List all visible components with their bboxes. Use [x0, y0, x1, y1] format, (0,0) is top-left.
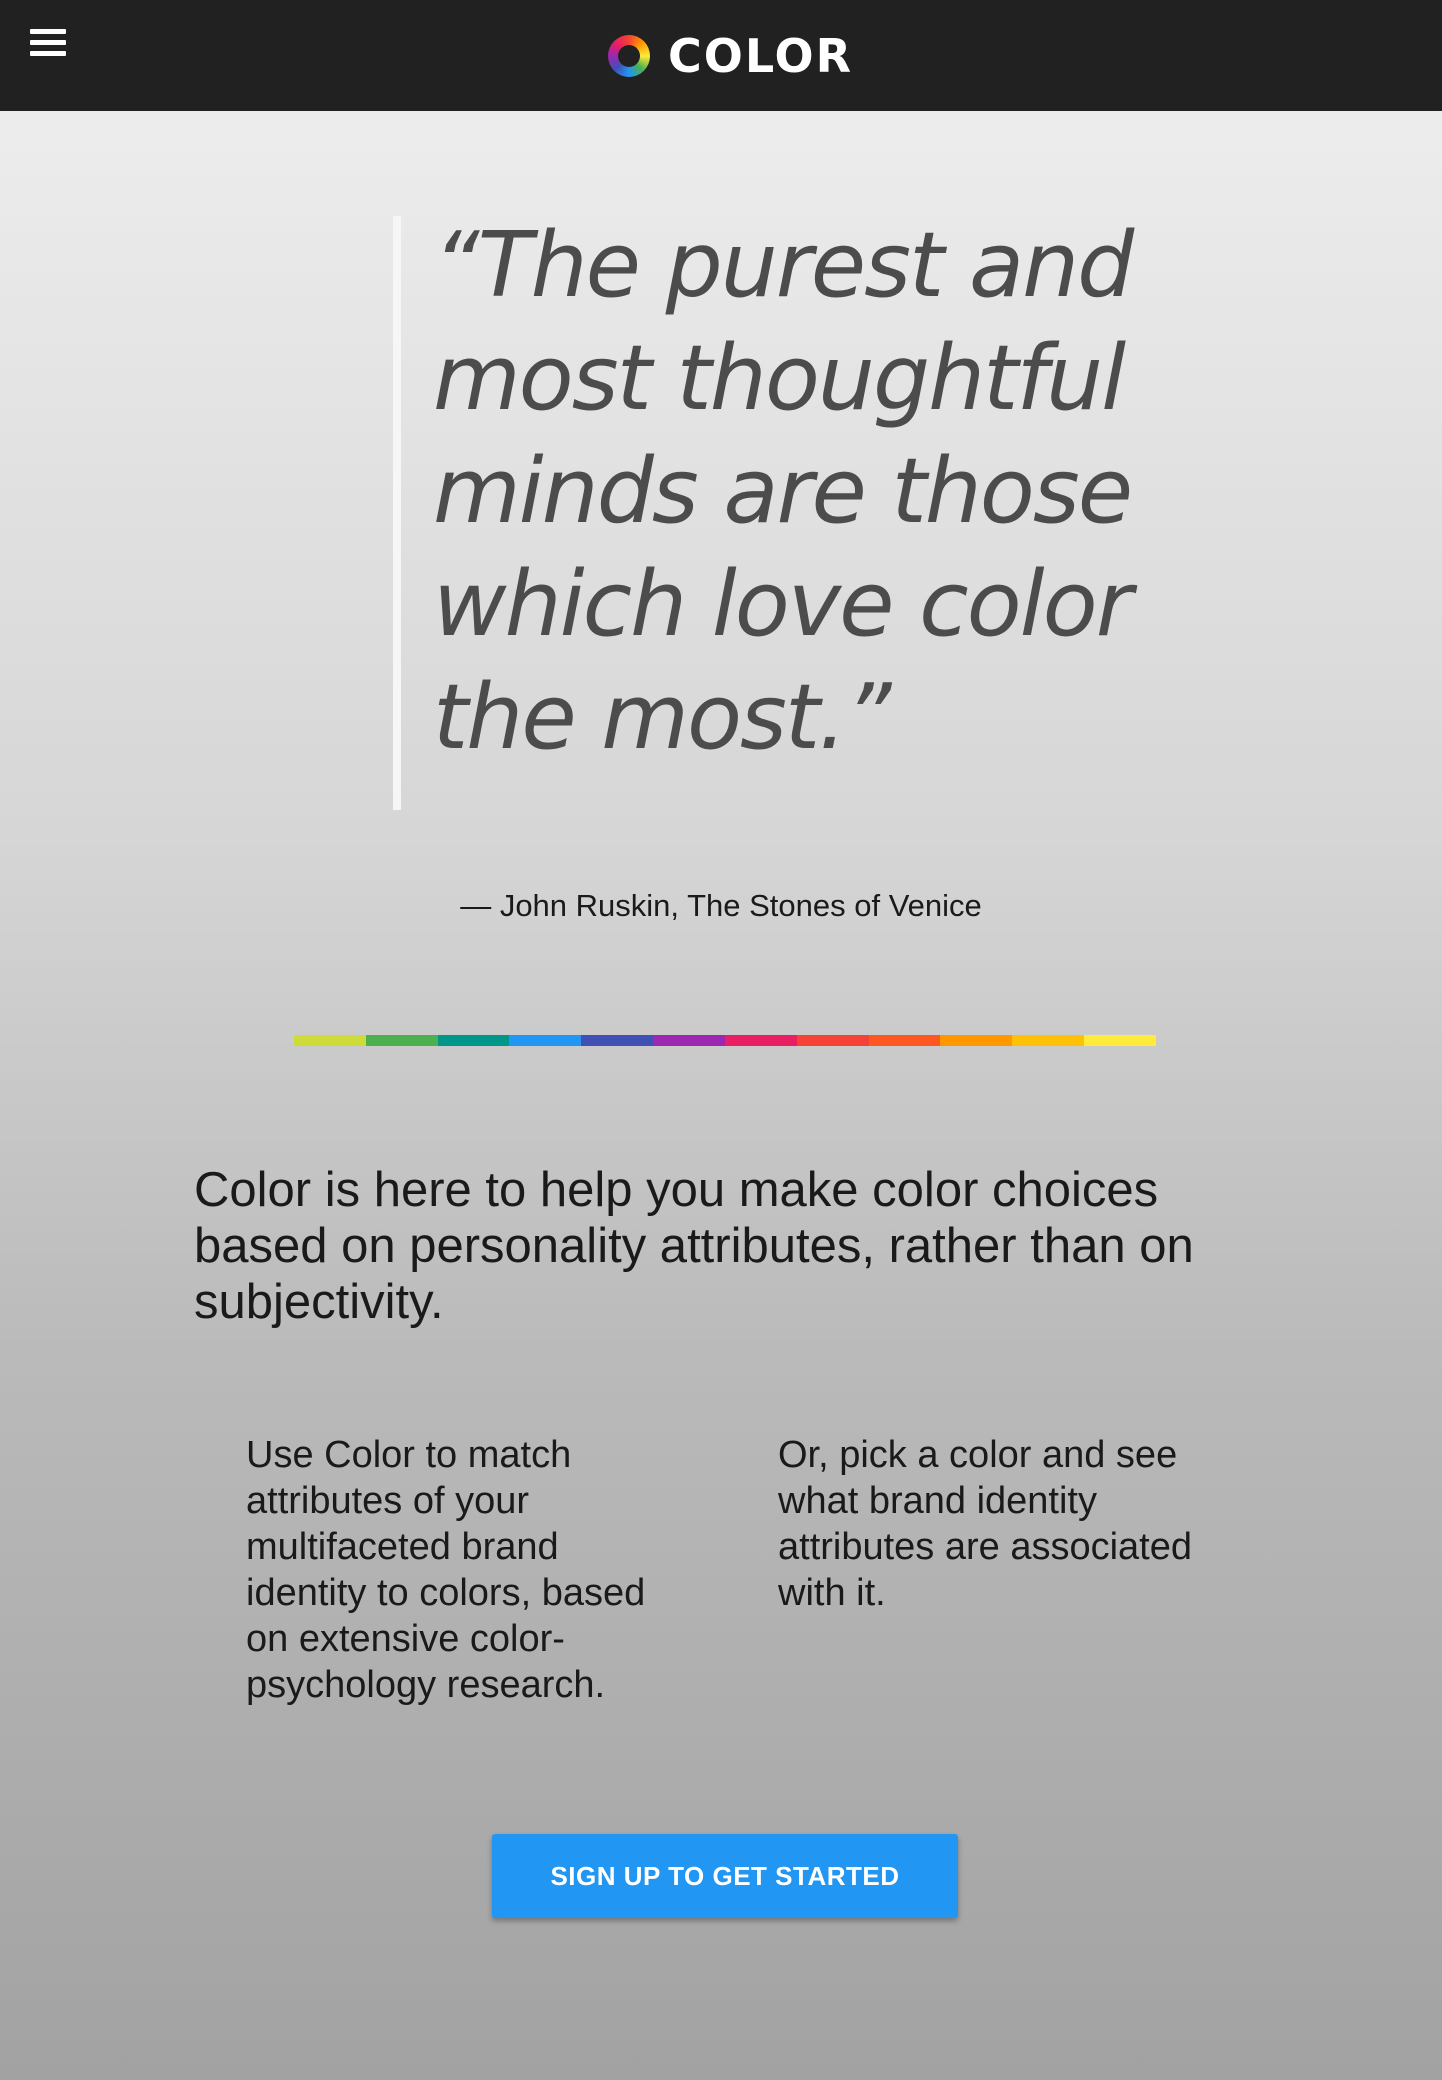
feature-match-text: Use Color to match attributes of your mu…: [246, 1434, 646, 1706]
spectrum-segment: [509, 1035, 582, 1046]
spectrum-segment: [365, 1035, 438, 1046]
brand[interactable]: COLOR: [608, 28, 853, 84]
spectrum-segment: [1084, 1035, 1156, 1046]
spectrum-segment: [724, 1035, 797, 1046]
spectrum-segment: [940, 1035, 1013, 1046]
spectrum-segment: [868, 1035, 941, 1046]
spectrum-segment: [294, 1035, 366, 1046]
quote-text: “The purest and most thoughtful minds ar…: [433, 213, 1134, 770]
spectrum-segment: [1012, 1035, 1085, 1046]
top-app-bar: COLOR: [0, 0, 1442, 111]
spectrum-segment: [581, 1035, 654, 1046]
color-wheel-logo-icon: [608, 35, 650, 77]
intro-text: Color is here to help you make color cho…: [194, 1163, 1194, 1329]
spectrum-segment: [796, 1035, 869, 1046]
feature-pick-text: Or, pick a color and see what brand iden…: [778, 1434, 1193, 1614]
sign-up-button[interactable]: SIGN UP TO GET STARTED: [492, 1834, 958, 1918]
quote-attribution: — John Ruskin, The Stones of Venice: [460, 888, 982, 923]
hamburger-menu-icon[interactable]: [26, 26, 70, 70]
spectrum-segment: [437, 1035, 510, 1046]
quote-block: “The purest and most thoughtful minds ar…: [393, 213, 1193, 810]
spectrum-segment: [653, 1035, 725, 1046]
color-spectrum-divider: [294, 1035, 1156, 1046]
brand-title: COLOR: [668, 29, 854, 83]
